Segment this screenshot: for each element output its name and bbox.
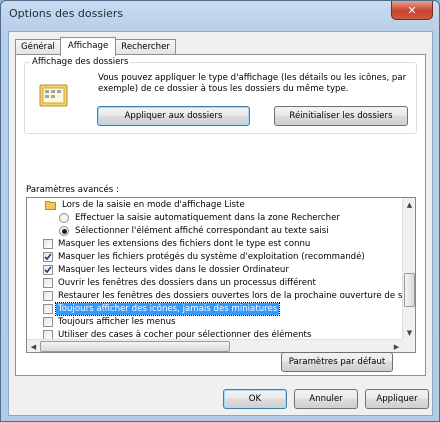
checkbox[interactable] — [43, 278, 53, 288]
horizontal-scrollbar[interactable]: ◀ ▶ — [27, 339, 403, 352]
ok-label: OK — [248, 394, 262, 404]
list-item-label: Masquer les lecteurs vides dans le dossi… — [58, 265, 289, 275]
folder-options-window: Options des dossiers ✕ Général Affichage… — [0, 0, 440, 422]
list-item[interactable]: Effectuer la saisie automatiquement dans… — [59, 212, 342, 224]
list-item[interactable]: Masquer les extensions des fichiers dont… — [43, 238, 312, 250]
folder-view-description: Vous pouvez appliquer le type d'affichag… — [98, 73, 407, 94]
list-item[interactable]: Toujours afficher les menus — [43, 316, 178, 328]
list-item-label: Toujours afficher des icônes, jamais des… — [54, 302, 281, 316]
dialog-client-area: Général Affichage Rechercher Affichage d… — [8, 31, 433, 416]
tab-affichage[interactable]: Affichage — [59, 37, 117, 56]
cancel-label: Annuler — [309, 394, 343, 404]
restore-defaults-button[interactable]: Paramètres par défaut — [281, 352, 393, 372]
list-item[interactable]: Lors de la saisie en mode d'affichage Li… — [45, 199, 247, 211]
list-item[interactable]: Masquer les fichiers protégés du système… — [43, 251, 367, 263]
close-icon: ✕ — [407, 3, 417, 17]
apply-button[interactable]: Appliquer — [365, 389, 429, 409]
apply-to-folders-button[interactable]: Appliquer aux dossiers — [97, 106, 250, 126]
folder-view-group-title: Affichage des dossiers — [30, 57, 131, 67]
tab-general[interactable]: Général — [15, 39, 61, 55]
folder-icon — [45, 200, 56, 210]
scroll-down-icon[interactable]: ▼ — [403, 326, 415, 339]
list-item-label: Restaurer les fenêtres des dossiers ouve… — [58, 291, 408, 301]
tab-strip: Général Affichage Rechercher — [15, 37, 176, 56]
radio-button[interactable] — [59, 226, 69, 236]
checkbox[interactable] — [43, 304, 53, 314]
list-item-label: Toujours afficher les menus — [58, 317, 176, 327]
scroll-left-icon[interactable]: ◀ — [27, 340, 40, 352]
reset-folders-button[interactable]: Réinitialiser les dossiers — [274, 106, 408, 126]
advanced-settings-label: Paramètres avancés : — [26, 185, 119, 195]
close-button[interactable]: ✕ — [391, 1, 433, 20]
vertical-scrollbar[interactable]: ▲ ▼ — [402, 198, 415, 339]
checkmark-icon — [44, 253, 52, 261]
window-title: Options des dossiers — [9, 7, 124, 20]
reset-folders-label: Réinitialiser les dossiers — [289, 111, 393, 121]
list-item[interactable]: Masquer les lecteurs vides dans le dossi… — [43, 264, 291, 276]
folder-view-group: Affichage des dossiers Vous pouvez appli… — [24, 57, 417, 134]
scrollbar-corner — [402, 339, 415, 352]
scroll-up-icon[interactable]: ▲ — [403, 198, 415, 211]
list-item[interactable]: Ouvrir les fenêtres des dossiers dans un… — [43, 277, 318, 289]
checkbox[interactable] — [43, 252, 53, 262]
list-item[interactable]: Sélectionner l'élément affiché correspon… — [59, 225, 331, 237]
advanced-settings-list[interactable]: Lors de la saisie en mode d'affichage Li… — [26, 197, 416, 353]
list-item-label: Sélectionner l'élément affiché correspon… — [75, 226, 329, 236]
horizontal-scroll-thumb[interactable] — [40, 341, 230, 352]
list-item[interactable]: Toujours afficher des icônes, jamais des… — [43, 302, 281, 316]
tab-rechercher[interactable]: Rechercher — [115, 39, 176, 55]
list-item-label: Masquer les fichiers protégés du système… — [58, 252, 365, 262]
ok-button[interactable]: OK — [223, 389, 287, 409]
checkbox[interactable] — [43, 265, 53, 275]
restore-defaults-label: Paramètres par défaut — [288, 357, 386, 367]
list-item-label: Effectuer la saisie automatiquement dans… — [75, 213, 340, 223]
checkbox[interactable] — [43, 239, 53, 249]
folder-view-icon — [39, 82, 69, 111]
radio-button[interactable] — [59, 213, 69, 223]
cancel-button[interactable]: Annuler — [294, 389, 358, 409]
apply-to-folders-label: Appliquer aux dossiers — [124, 111, 223, 121]
apply-label: Appliquer — [376, 394, 418, 404]
list-item-label: Lors de la saisie en mode d'affichage Li… — [62, 200, 245, 210]
vertical-scroll-thumb[interactable] — [404, 273, 415, 307]
checkbox[interactable] — [43, 291, 53, 301]
list-item-label: Masquer les extensions des fichiers dont… — [58, 239, 311, 249]
list-item-label: Ouvrir les fenêtres des dossiers dans un… — [58, 278, 316, 288]
checkbox[interactable] — [43, 317, 53, 327]
checkmark-icon — [44, 266, 52, 274]
list-item[interactable]: Restaurer les fenêtres des dossiers ouve… — [43, 290, 410, 302]
tab-panel-affichage: Affichage des dossiers Vous pouvez appli… — [15, 54, 426, 376]
